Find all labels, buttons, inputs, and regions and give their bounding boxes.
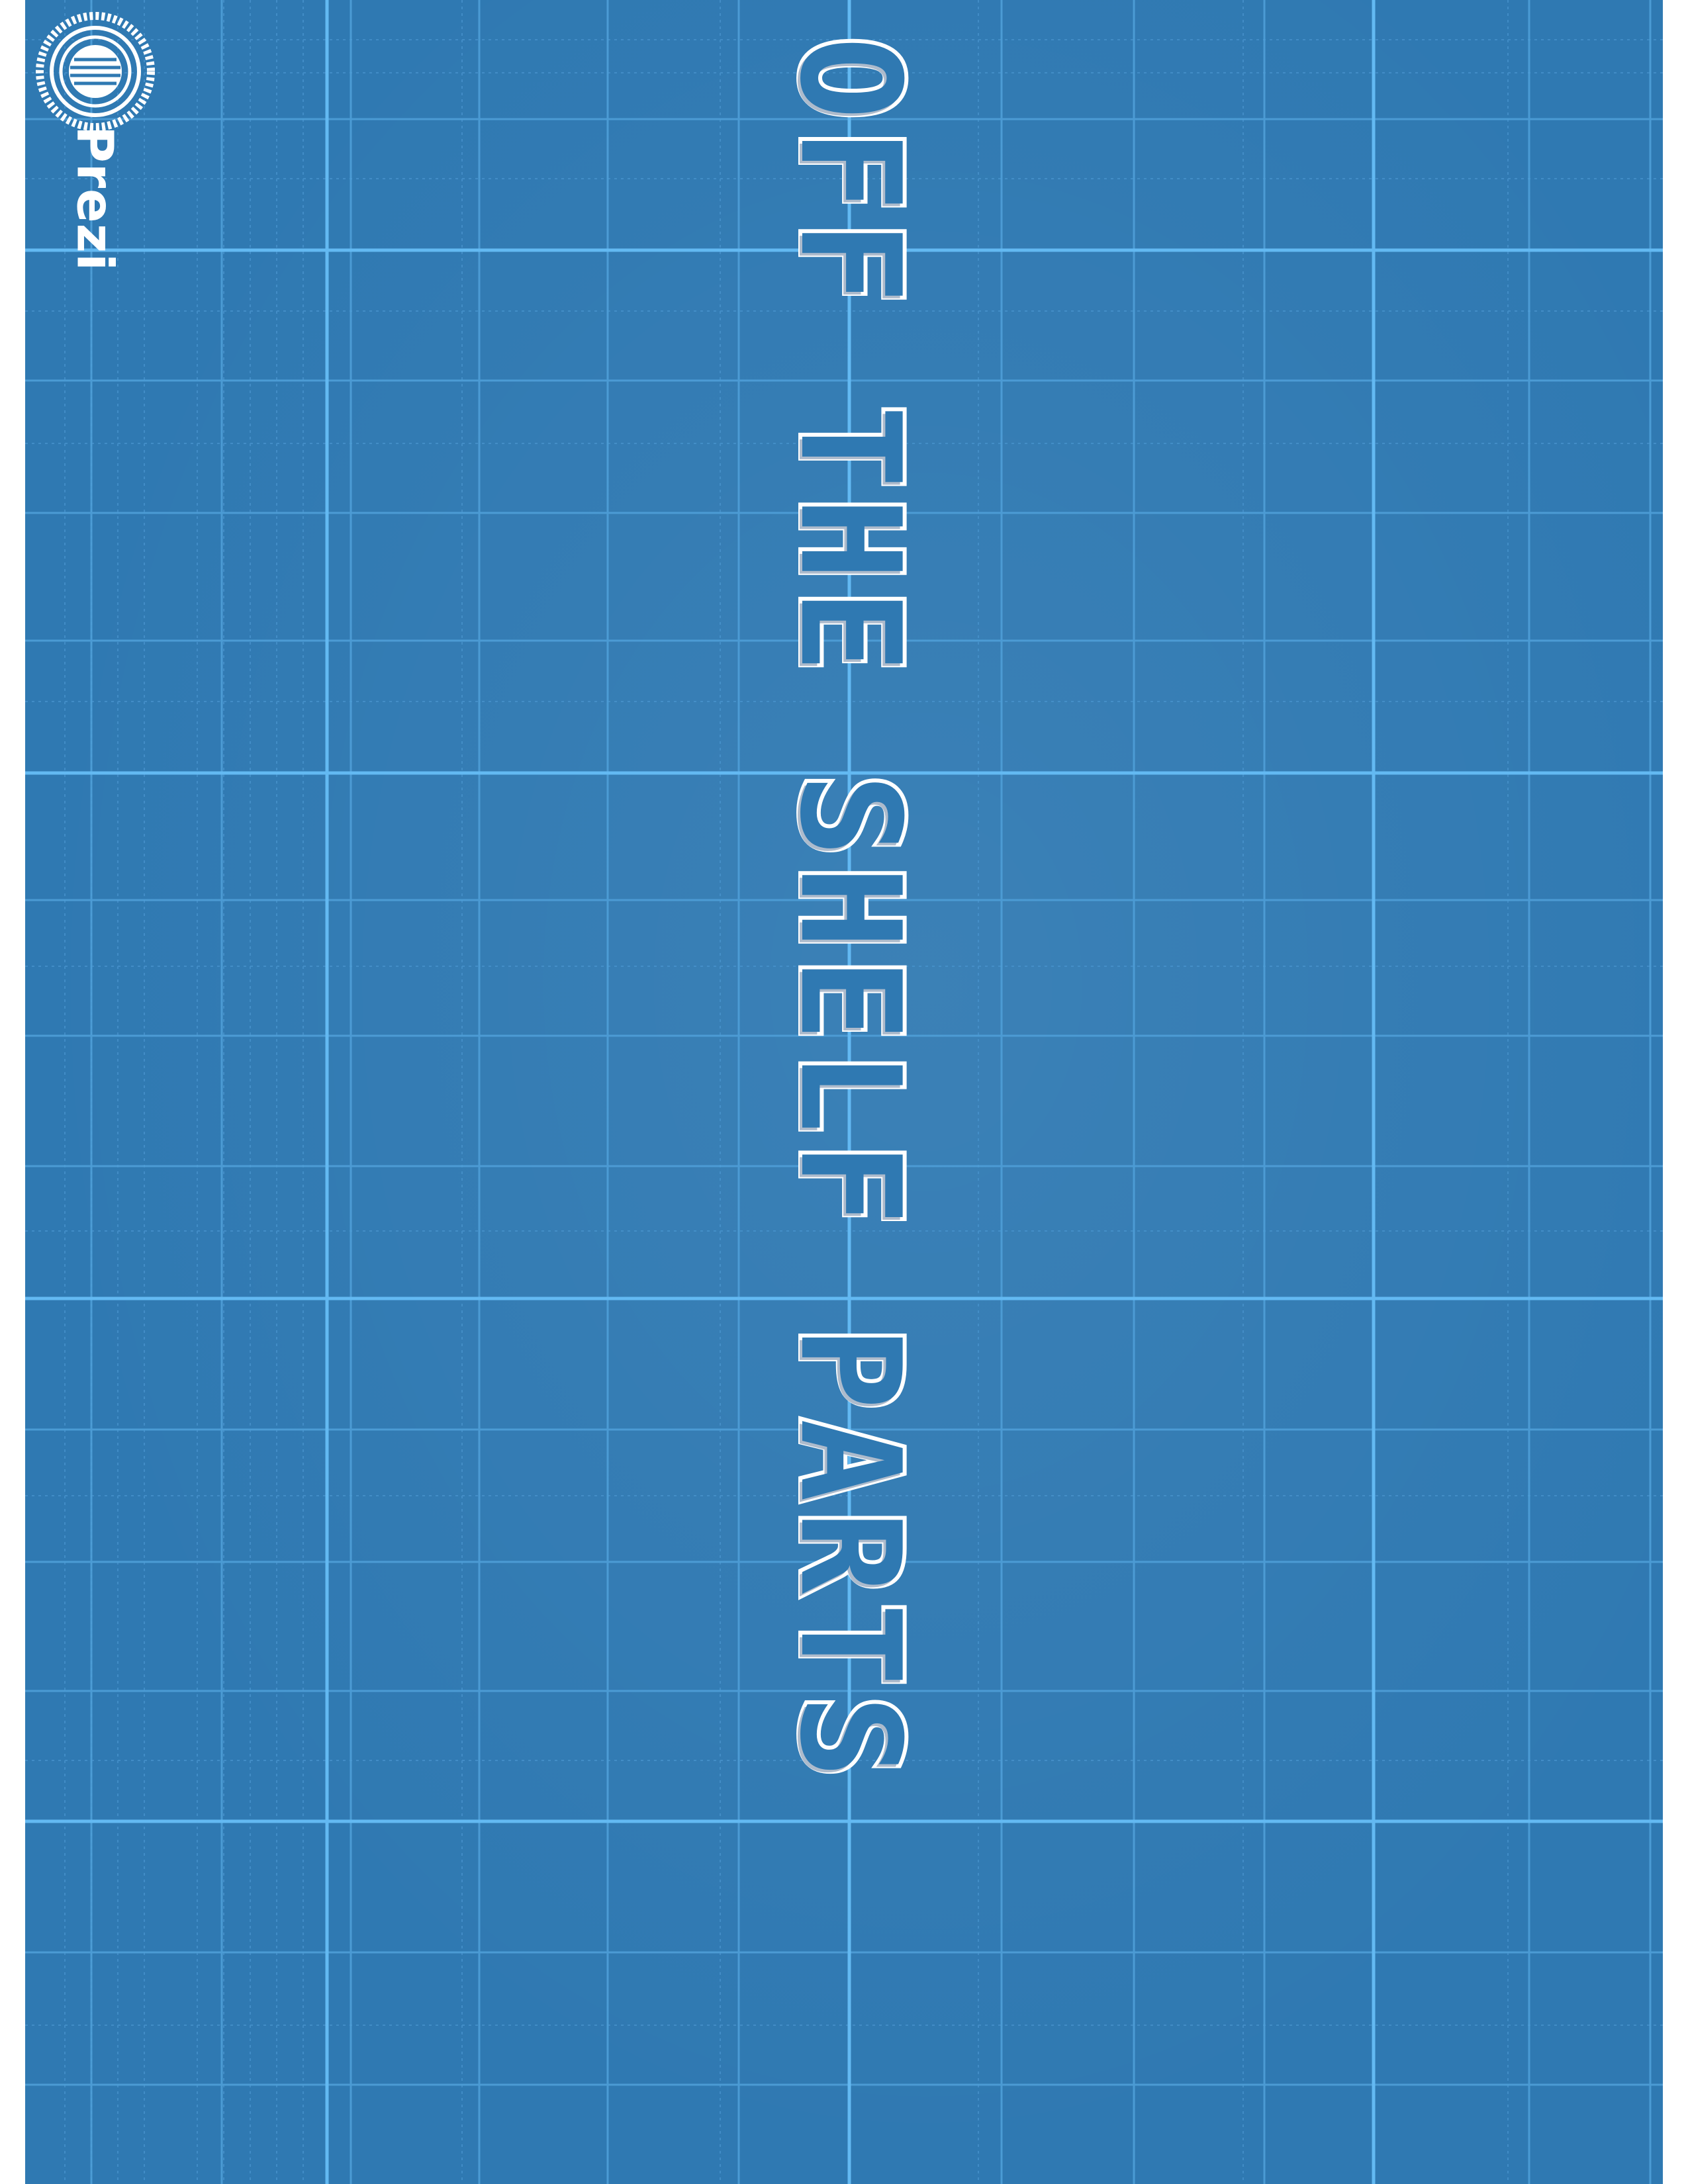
slide-canvas: Prezi OFF THE SHELF PARTS bbox=[25, 0, 1663, 2184]
prezi-logo-icon bbox=[36, 12, 155, 131]
prezi-logo: Prezi bbox=[25, 0, 197, 291]
slide-title: OFF THE SHELF PARTS bbox=[765, 32, 933, 1791]
page: Prezi OFF THE SHELF PARTS bbox=[0, 0, 1688, 2184]
prezi-wordmark: Prezi bbox=[66, 125, 125, 272]
